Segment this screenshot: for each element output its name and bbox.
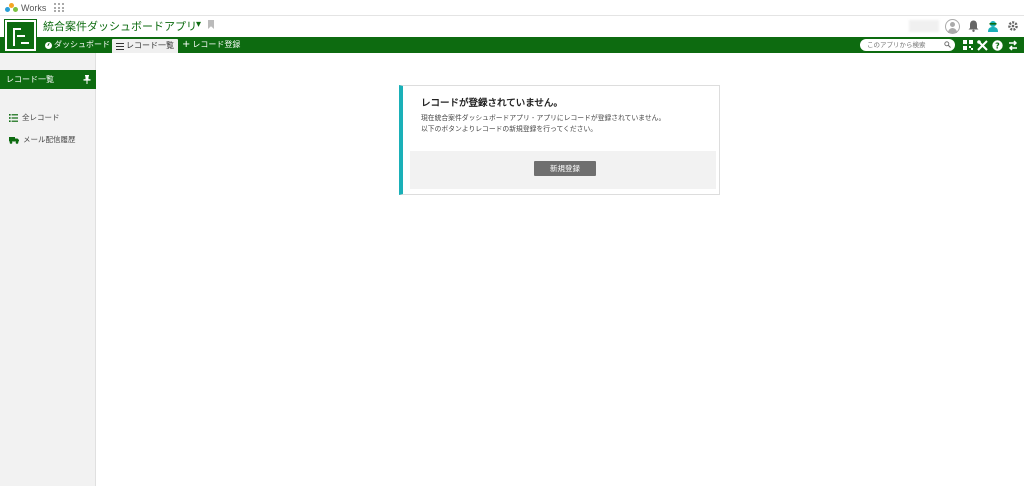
sidebar-heading: レコード一覧: [0, 70, 96, 89]
nav-right-tools: ?: [962, 38, 1018, 52]
pin-icon[interactable]: [83, 75, 91, 84]
user-name-blurred: [909, 20, 939, 32]
nav-record-list[interactable]: レコード一覧: [112, 39, 178, 53]
app-title-caret-icon[interactable]: ▾: [196, 19, 201, 30]
switch-arrows-icon[interactable]: [1007, 39, 1018, 51]
people-icon[interactable]: [986, 19, 1000, 33]
sidebar-heading-label: レコード一覧: [6, 75, 54, 84]
app-icon[interactable]: [5, 20, 36, 51]
works-logo[interactable]: Works: [5, 2, 46, 14]
app-search-input[interactable]: [860, 39, 955, 51]
nav-dashboard[interactable]: ダッシュボード: [45, 39, 110, 51]
nav-record-add-label: レコード登録: [192, 40, 241, 49]
notice-body: 現在統合案件ダッシュボードアプリ - アプリにレコードが登録されていません。 以…: [421, 113, 665, 135]
new-record-button[interactable]: 新規登録: [534, 161, 596, 176]
user-avatar[interactable]: [945, 18, 960, 34]
apps-grid-icon[interactable]: [54, 3, 64, 13]
list-icon: [9, 113, 18, 122]
help-icon[interactable]: ?: [992, 39, 1003, 51]
sidebar-item-label: メール配信履歴: [23, 135, 76, 144]
notice-title: レコードが登録されていません。: [421, 98, 563, 109]
dashboard-icon: [45, 41, 52, 49]
works-logo-text: Works: [21, 3, 47, 13]
sidebar: レコード一覧 全レコード メール配信履歴: [0, 53, 96, 486]
svg-text:?: ?: [995, 41, 1000, 50]
truck-icon: [9, 136, 19, 144]
notice-line-2: 以下のボタンよりレコードの新規登録を行ってください。: [421, 125, 598, 133]
empty-records-notice: レコードが登録されていません。 現在統合案件ダッシュボードアプリ - アプリにレ…: [399, 85, 720, 195]
sidebar-item-label: 全レコード: [22, 113, 60, 122]
works-top-bar: Works: [0, 0, 1024, 16]
app-title[interactable]: 統合案件ダッシュボードアプリ: [43, 18, 197, 34]
header-right-tools: [909, 17, 1020, 35]
nav-dashboard-label: ダッシュボード: [54, 40, 110, 49]
list-icon: [116, 42, 124, 50]
notice-action-area: 新規登録: [410, 151, 716, 189]
tools-icon[interactable]: [977, 39, 988, 51]
gear-icon[interactable]: [1006, 19, 1020, 33]
works-logo-icon: [5, 2, 19, 14]
qr-code-icon[interactable]: [962, 40, 973, 51]
plus-icon: +: [182, 39, 191, 50]
sidebar-item-all-records[interactable]: 全レコード: [9, 112, 60, 123]
nav-record-list-label: レコード一覧: [126, 41, 174, 50]
nav-record-add[interactable]: + レコード登録: [182, 39, 240, 51]
search-icon[interactable]: [944, 41, 951, 48]
notice-line-1: 現在統合案件ダッシュボードアプリ - アプリにレコードが登録されていません。: [421, 114, 666, 122]
bell-icon[interactable]: [966, 19, 980, 33]
sidebar-item-mail-history[interactable]: メール配信履歴: [9, 134, 76, 145]
